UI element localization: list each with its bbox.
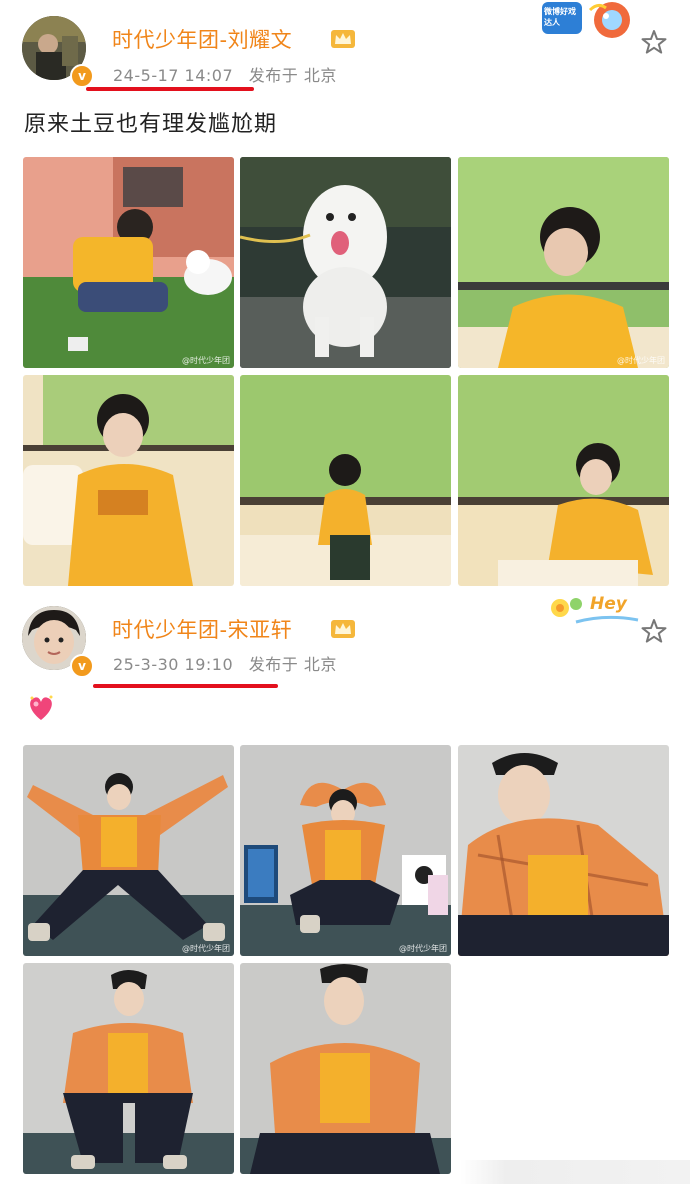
verified-badge-icon: v — [70, 64, 94, 88]
post-2-photo-3[interactable] — [458, 745, 669, 956]
post-1-location: 发布于 北京 — [248, 66, 337, 85]
red-underline-annotation — [86, 87, 254, 91]
post-1-photo-1[interactable]: @时代少年团 — [23, 157, 234, 368]
post-2-photo-5[interactable] — [240, 963, 451, 1174]
photo-watermark: @时代少年团 — [182, 944, 230, 953]
heart-emoji-icon — [30, 695, 53, 720]
post-1-username[interactable]: 时代少年团-刘耀文 — [112, 24, 292, 54]
crown-icon — [331, 30, 355, 48]
favorite-star-icon[interactable] — [640, 617, 668, 645]
red-underline-annotation — [93, 684, 278, 688]
hey-sticker: Hey — [546, 592, 642, 626]
hey-sticker-label: Hey — [590, 594, 627, 614]
post-1-photo-5[interactable] — [240, 375, 451, 586]
verified-badge-icon: v — [70, 654, 94, 678]
photo-watermark: @时代少年团 — [617, 356, 665, 365]
post-1-text: 原来土豆也有理发尴尬期 — [24, 112, 278, 137]
bottom-blur-overlay — [460, 1160, 690, 1184]
post-2-location: 发布于 北京 — [248, 655, 337, 674]
post-2-photo-1[interactable]: @时代少年团 — [23, 745, 234, 956]
achievement-sticker-label: 微博好戏达人 — [544, 7, 576, 27]
crown-icon — [331, 620, 355, 638]
post-2-meta: 25-3-30 19:10 发布于 北京 — [113, 651, 337, 675]
post-1-photo-3[interactable]: @时代少年团 — [458, 157, 669, 368]
post-1-photo-4[interactable] — [23, 375, 234, 586]
post-1-photo-2[interactable] — [240, 157, 451, 368]
post-1-photo-6[interactable] — [458, 375, 669, 586]
photo-watermark: @时代少年团 — [182, 356, 230, 365]
post-1-meta: 24-5-17 14:07 发布于 北京 — [113, 62, 337, 86]
achievement-sticker: 微博好戏达人 — [540, 0, 640, 44]
photo-watermark: @时代少年团 — [399, 944, 447, 953]
post-1-date: 24-5-17 14:07 — [113, 66, 234, 85]
post-2-date: 25-3-30 19:10 — [113, 655, 234, 674]
post-2-photo-4[interactable] — [23, 963, 234, 1174]
post-2-photo-2[interactable]: @时代少年团 — [240, 745, 451, 956]
post-2-username[interactable]: 时代少年团-宋亚轩 — [112, 614, 292, 644]
favorite-star-icon[interactable] — [640, 28, 668, 56]
